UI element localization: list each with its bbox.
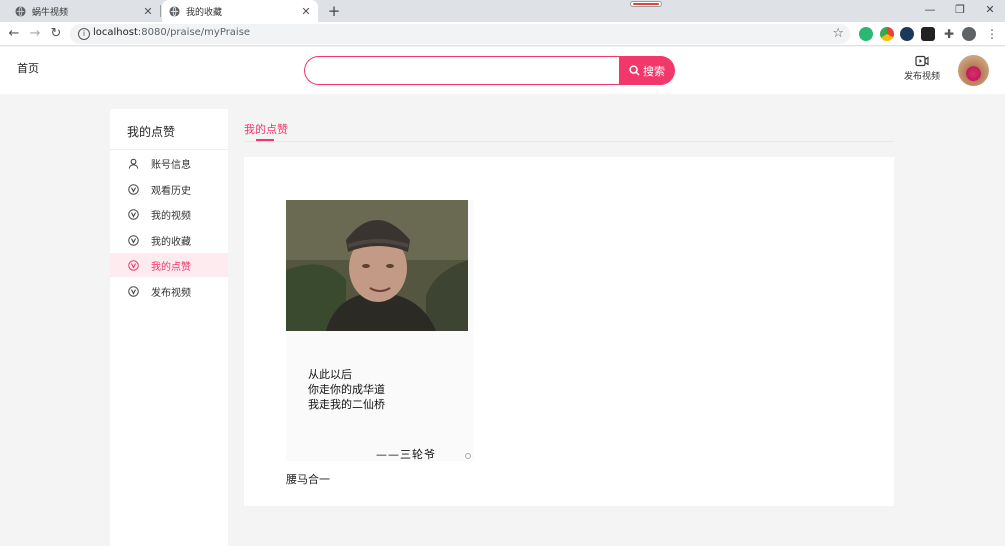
sidebar-item-publish-video[interactable]: 发布视频 bbox=[110, 279, 228, 303]
search-box bbox=[304, 56, 620, 85]
sidebar-title: 我的点赞 bbox=[110, 109, 228, 150]
sidebar-item-watch-history[interactable]: 观看历史 bbox=[110, 177, 228, 201]
chrome-extension-icon[interactable] bbox=[880, 27, 894, 41]
globe-icon bbox=[15, 5, 26, 17]
old-man-portrait-image bbox=[286, 200, 468, 331]
publish-video-label: 发布视频 bbox=[903, 72, 940, 82]
search-button-label: 搜索 bbox=[643, 64, 665, 78]
puzzle-extensions-icon[interactable]: ✚ bbox=[942, 27, 956, 41]
v-circle-icon bbox=[128, 234, 139, 246]
sidebar-item-label: 我的收藏 bbox=[151, 236, 191, 248]
hash-extension-icon[interactable] bbox=[900, 27, 914, 41]
video-card[interactable]: 从此以后 你走你的成华道 我走我的二仙桥 ——三轮爷 腰马合一 bbox=[286, 200, 474, 487]
new-tab-button[interactable]: + bbox=[326, 2, 342, 20]
quote-line: 你走你的成华道 bbox=[308, 383, 385, 396]
url-host: localhost bbox=[93, 27, 138, 38]
url-text[interactable]: localhost:8080/praise/myPraise bbox=[93, 27, 250, 38]
close-window-button[interactable]: ✕ bbox=[980, 2, 1000, 18]
watermark-icon bbox=[465, 453, 471, 459]
sidebar-item-label: 账号信息 bbox=[151, 159, 191, 171]
bookmark-star-icon[interactable]: ☆ bbox=[832, 26, 844, 41]
user-icon bbox=[128, 158, 139, 169]
video-title[interactable]: 腰马合一 bbox=[286, 471, 474, 487]
sidebar-item-account-info[interactable]: 账号信息 bbox=[110, 151, 228, 175]
v-circle-icon bbox=[128, 285, 139, 297]
more-menu-icon[interactable]: ⋮ bbox=[985, 27, 999, 41]
v-circle-icon bbox=[128, 208, 139, 220]
address-bar[interactable]: i localhost:8080/praise/myPraise ☆ bbox=[70, 24, 850, 44]
tab-title: 蜗牛视频 bbox=[32, 7, 69, 18]
sidebar-item-my-likes[interactable]: 我的点赞 bbox=[110, 253, 228, 277]
forward-arrow-icon[interactable]: → bbox=[27, 26, 43, 42]
quote-signature: ——三轮爷 bbox=[376, 448, 436, 461]
browser-tab-2[interactable]: 我的收藏 ✕ bbox=[162, 0, 318, 22]
video-quote: 从此以后 你走你的成华道 我走我的二仙桥 bbox=[308, 367, 385, 412]
v-circle-icon bbox=[128, 183, 139, 195]
tab-divider bbox=[244, 141, 894, 142]
reload-icon[interactable]: ↻ bbox=[48, 26, 64, 42]
video-thumbnail[interactable]: 从此以后 你走你的成华道 我走我的二仙桥 ——三轮爷 bbox=[286, 200, 474, 461]
profile-icon[interactable] bbox=[962, 27, 976, 41]
search-input[interactable] bbox=[305, 57, 620, 84]
minimize-button[interactable]: — bbox=[920, 2, 940, 18]
restore-button[interactable]: ❐ bbox=[950, 2, 970, 18]
sidebar-item-label: 观看历史 bbox=[151, 185, 191, 197]
tab-close-icon[interactable]: ✕ bbox=[140, 5, 156, 18]
sidebar-item-my-videos[interactable]: 我的视频 bbox=[110, 202, 228, 226]
sidebar-item-label: 我的点赞 bbox=[151, 261, 191, 273]
tab-separator bbox=[160, 5, 161, 17]
url-path: :8080/praise/myPraise bbox=[137, 27, 251, 38]
back-arrow-icon[interactable]: ← bbox=[6, 26, 22, 42]
info-icon[interactable]: i bbox=[78, 28, 90, 40]
home-link[interactable]: 首页 bbox=[17, 60, 39, 76]
avatar[interactable] bbox=[958, 55, 989, 86]
video-thumbnail-photo bbox=[286, 200, 468, 331]
browser-tab-1[interactable]: 蜗牛视频 ✕ bbox=[8, 0, 160, 22]
extension-dark-icon[interactable] bbox=[921, 27, 935, 41]
video-list-panel: 从此以后 你走你的成华道 我走我的二仙桥 ——三轮爷 腰马合一 bbox=[244, 157, 894, 506]
globe-icon bbox=[169, 5, 180, 17]
tab-title: 我的收藏 bbox=[186, 7, 223, 18]
sidebar-item-label: 我的视频 bbox=[151, 210, 191, 222]
quote-line: 我走我的二仙桥 bbox=[308, 398, 385, 411]
video-camera-icon bbox=[915, 55, 929, 67]
extension-green-icon[interactable] bbox=[859, 27, 873, 41]
sidebar-item-my-favorites[interactable]: 我的收藏 bbox=[110, 228, 228, 252]
sidebar: 我的点赞 账号信息 观看历史 我的视频 我的收藏 我的点赞 发布视频 bbox=[110, 109, 228, 546]
search-button[interactable]: 搜索 bbox=[619, 56, 675, 85]
recording-indicator bbox=[630, 1, 662, 7]
sidebar-item-label: 发布视频 bbox=[151, 287, 191, 299]
quote-line: 从此以后 bbox=[308, 368, 352, 381]
tab-close-icon[interactable]: ✕ bbox=[298, 5, 314, 18]
v-circle-icon bbox=[128, 259, 139, 271]
site-header: 首页 搜索 发布视频 bbox=[0, 47, 1005, 94]
tab-my-likes[interactable]: 我的点赞 bbox=[244, 121, 288, 137]
publish-video-button[interactable]: 发布视频 bbox=[902, 55, 942, 82]
browser-tab-strip: 蜗牛视频 ✕ 我的收藏 ✕ + — ❐ ✕ bbox=[0, 0, 1005, 22]
search-icon bbox=[629, 65, 640, 76]
browser-toolbar: ← → ↻ i localhost:8080/praise/myPraise ☆… bbox=[0, 22, 1005, 46]
